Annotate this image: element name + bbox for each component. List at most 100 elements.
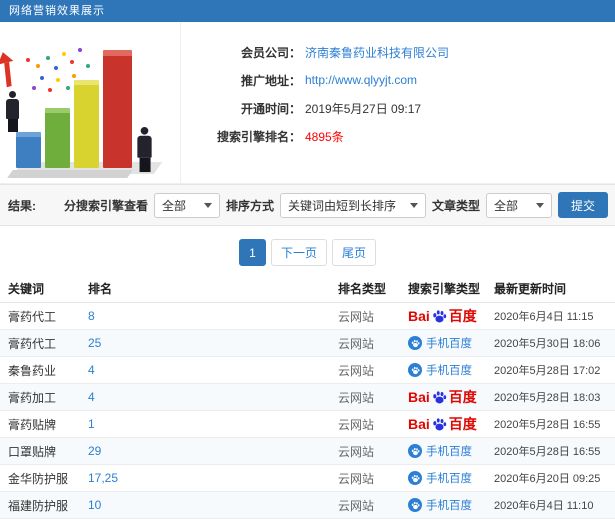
rank-type-cell: 云网站 [338, 390, 375, 405]
chart-bar-red [103, 50, 132, 168]
mobile-baidu-label: 手机百度 [426, 365, 472, 377]
baidu-paw-icon [411, 474, 420, 482]
baidu-logo-text-right: 百度 [448, 389, 477, 405]
rank-type-cell: 云网站 [338, 363, 375, 378]
engine-type-cell: Bai 百度 [408, 414, 494, 434]
baidu-logo: Bai 百度 [408, 414, 477, 434]
baidu-logo-text-right: 百度 [448, 416, 477, 432]
page-button-current[interactable]: 1 [238, 239, 266, 266]
account-info-list: 会员公司： 济南秦鲁药业科技有限公司 推广地址： http://www.qlyy… [180, 22, 615, 183]
table-row: 口罩贴牌 29 云网站 手机百度 2020年5月28日 16:55 [0, 438, 615, 465]
engine-type-cell: 手机百度 [408, 470, 494, 486]
header-rank-type: 排名类型 [338, 282, 387, 296]
updated-cell: 2020年6月20日 09:25 [494, 473, 601, 485]
site-url-link[interactable]: http://www.qlyyjt.com [305, 73, 417, 87]
baidu-logo-text-right: 百度 [448, 308, 477, 324]
chevron-down-icon [203, 202, 212, 208]
chart-bar-yellow [74, 80, 99, 168]
site-label: 推广地址： [240, 73, 301, 88]
article-type-value: 全部 [493, 198, 518, 213]
header-engine-type: 搜索引擎类型 [408, 282, 481, 296]
header-keyword: 关键词 [8, 282, 45, 296]
mobile-baidu-badge: 手机百度 [408, 362, 472, 378]
table-row: 秦鲁药业 4 云网站 手机百度 2020年5月28日 17:02 [0, 357, 615, 384]
up-arrow-graphic [0, 50, 19, 88]
panel-title-bar: 网络营销效果展示 [0, 0, 615, 22]
chart-bar-green [45, 108, 70, 168]
article-type-select[interactable]: 全部 [485, 192, 552, 218]
keyword-cell: 福建防护服 [8, 498, 69, 513]
keyword-rank-table: 关键词 排名 排名类型 搜索引擎类型 最新更新时间 膏药代工 8 云网站 Bai 百度 2… [0, 275, 615, 520]
keyword-cell: 秦鲁药业 [8, 363, 57, 378]
last-page-button[interactable]: 尾页 [332, 239, 377, 266]
table-row: 膏药代工 8 云网站 Bai 百度 2020年6月4日 11:15 [0, 303, 615, 330]
engine-type-cell: 手机百度 [408, 443, 494, 459]
rank-type-cell: 云网站 [338, 471, 375, 486]
baidu-paw-icon [411, 447, 420, 455]
rank-cell[interactable]: 25 [88, 336, 338, 350]
baidu-paw-icon [433, 417, 446, 430]
mobile-baidu-label: 手机百度 [426, 338, 472, 350]
table-row: 膏药贴牌 1 云网站 Bai 百度 2020年5月28日 16:55 [0, 411, 615, 438]
info-row-site: 推广地址： http://www.qlyyjt.com [181, 66, 615, 94]
keyword-cell: 口罩贴牌 [8, 444, 57, 459]
rank-count-value: 4895条 [305, 129, 344, 144]
rank-cell[interactable]: 4 [88, 363, 338, 377]
mobile-baidu-label: 手机百度 [426, 446, 472, 458]
rank-type-cell: 云网站 [338, 309, 375, 324]
rank-cell[interactable]: 29 [88, 444, 338, 458]
mobile-baidu-badge: 手机百度 [408, 443, 472, 459]
article-type-label: 文章类型 [431, 198, 480, 213]
engine-type-cell: 手机百度 [408, 335, 494, 351]
header-rank: 排名 [88, 282, 113, 296]
rank-cell[interactable]: 17,25 [88, 471, 338, 485]
updated-cell: 2020年5月30日 18:06 [494, 338, 601, 350]
open-time-value: 2019年5月27日 09:17 [305, 101, 422, 116]
businessman-figure [6, 91, 19, 132]
businessman-figure [137, 126, 152, 173]
engine-filter-select[interactable]: 全部 [153, 192, 220, 218]
updated-cell: 2020年6月4日 11:15 [494, 311, 594, 323]
mobile-baidu-badge: 手机百度 [408, 335, 472, 351]
table-row: 膏药代工 25 云网站 手机百度 2020年5月30日 18:06 [0, 330, 615, 357]
sort-label: 排序方式 [225, 198, 274, 213]
company-label: 会员公司： [240, 45, 301, 60]
rank-cell[interactable]: 8 [88, 309, 338, 323]
baidu-paw-icon [433, 309, 446, 322]
engine-filter-label: 分搜索引擎查看 [63, 198, 148, 213]
engine-type-cell: Bai 百度 [408, 306, 494, 326]
keyword-cell: 金华防护服 [8, 471, 69, 486]
pagination: 1 下一页 尾页 [0, 239, 615, 266]
rank-cell[interactable]: 4 [88, 390, 338, 404]
engine-type-cell: Bai 百度 [408, 387, 494, 407]
next-page-button[interactable]: 下一页 [270, 239, 327, 266]
updated-cell: 2020年6月4日 11:10 [494, 500, 594, 512]
info-row-rank-count: 搜索引擎排名： 4895条 [181, 122, 615, 150]
sort-select[interactable]: 关键词由短到长排序 [279, 192, 426, 218]
mobile-baidu-icon [408, 336, 422, 350]
filter-controls: 分搜索引擎查看 全部 排序方式 关键词由短到长排序 文章类型 全部 提交 [64, 192, 608, 218]
panel-title: 网络营销效果展示 [9, 5, 105, 17]
rank-type-cell: 云网站 [338, 498, 375, 513]
open-time-label: 开通时间： [240, 101, 301, 116]
rank-type-cell: 云网站 [338, 444, 375, 459]
rank-cell[interactable]: 1 [88, 417, 338, 431]
chevron-down-icon [409, 202, 418, 208]
submit-button[interactable]: 提交 [557, 192, 608, 218]
mobile-baidu-icon [408, 444, 422, 458]
mobile-baidu-badge: 手机百度 [408, 497, 472, 513]
rank-cell[interactable]: 10 [88, 498, 338, 512]
baidu-paw-icon [411, 501, 420, 509]
updated-cell: 2020年5月28日 16:55 [494, 446, 601, 458]
baidu-paw-icon [433, 390, 446, 403]
updated-cell: 2020年5月28日 18:03 [494, 392, 601, 404]
marketing-effect-panel: 网络营销效果展示 会员公司： 济南秦鲁药业科技有限公司 推广地址： http:/… [0, 0, 615, 520]
filter-bar: 结果: 分搜索引擎查看 全部 排序方式 关键词由短到长排序 文章类型 全部 提交 [0, 184, 615, 226]
baidu-logo-text-left: Bai [408, 389, 430, 405]
baidu-paw-icon [411, 339, 420, 347]
baidu-logo: Bai 百度 [408, 306, 477, 326]
confetti-graphic [26, 58, 30, 62]
account-info-section: 会员公司： 济南秦鲁药业科技有限公司 推广地址： http://www.qlyy… [0, 22, 615, 184]
table-body: 膏药代工 8 云网站 Bai 百度 2020年6月4日 11:15 膏药代工 25 云网站 手机百… [0, 303, 615, 520]
company-link[interactable]: 济南秦鲁药业科技有限公司 [305, 44, 449, 61]
